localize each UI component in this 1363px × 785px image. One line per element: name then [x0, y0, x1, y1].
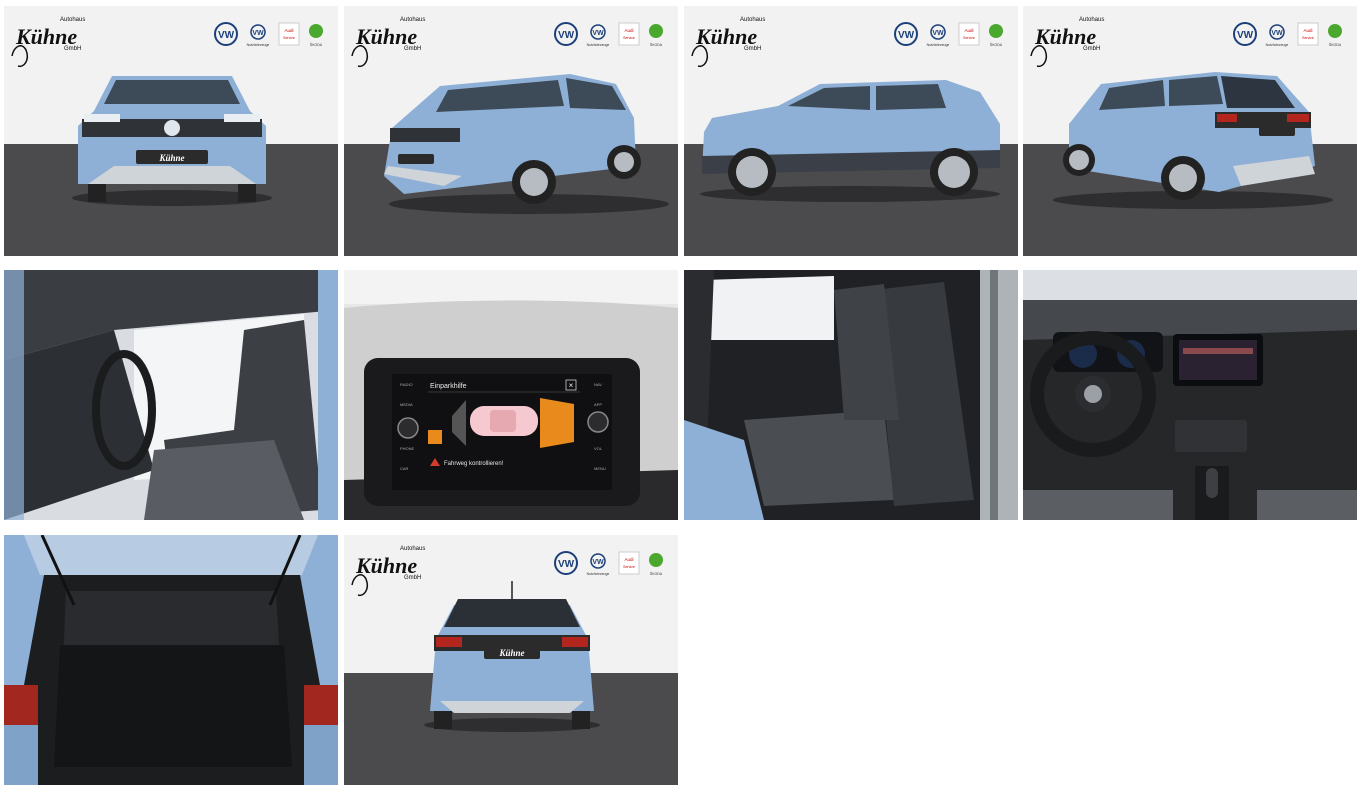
dealer-logo-suffix: GmbH [404, 575, 421, 581]
vw-commercial-caption: Nutzfahrzeuge [1266, 43, 1289, 47]
screen-title: Einparkhilfe [430, 383, 467, 390]
menu-app[interactable]: APP [594, 402, 602, 407]
vw-logo-icon: VW [558, 30, 575, 41]
infotainment-image: Einparkhilfe × RADIO MEDIA PHONE CAR NAV… [344, 270, 678, 520]
dealer-logo-suffix: GmbH [64, 46, 81, 52]
photo-exterior-side[interactable]: Autohaus Kühne GmbH VW VW Nutzfahrzeuge … [684, 6, 1018, 256]
photo-exterior-front[interactable]: Kühne Autohaus Kühne GmbH VW VW Nutzfahr… [4, 6, 338, 256]
vw-commercial-caption: Nutzfahrzeuge [587, 43, 610, 47]
audi-service-caption: Service [623, 565, 635, 569]
skoda-logo-icon: ŠKODA [650, 571, 663, 576]
rear-three-quarter-image: Autohaus Kühne GmbH VW VW Nutzfahrzeuge … [1023, 6, 1357, 256]
vw-commercial-logo-icon: VW [592, 30, 604, 37]
photo-interior-front-seats[interactable] [4, 270, 338, 520]
vw-logo-icon: VW [218, 30, 235, 41]
dealer-logo-suffix: GmbH [404, 46, 421, 52]
volume-knob[interactable] [397, 417, 419, 439]
rear-seats-image [684, 270, 1018, 520]
vw-logo-icon: VW [898, 30, 915, 41]
menu-car[interactable]: CAR [400, 466, 409, 471]
audi-service-caption: Service [963, 36, 975, 40]
vw-logo-icon: VW [558, 559, 575, 570]
dealer-logo-top: Autohaus [60, 17, 85, 23]
side-view-image: Autohaus Kühne GmbH VW VW Nutzfahrzeuge … [684, 6, 1018, 256]
dealer-logo-top: Autohaus [1079, 17, 1104, 23]
front-view-image: Kühne Autohaus Kühne GmbH VW VW Nutzfahr… [4, 6, 338, 256]
photo-infotainment-parking-assist[interactable]: Einparkhilfe × RADIO MEDIA PHONE CAR NAV… [344, 270, 678, 520]
skoda-logo-icon: ŠKODA [1329, 42, 1342, 47]
vw-commercial-caption: Nutzfahrzeuge [247, 43, 270, 47]
screen-close-label: × [569, 381, 574, 390]
tune-knob[interactable] [587, 411, 609, 433]
photo-trunk[interactable] [4, 535, 338, 785]
photo-exterior-front-three-quarter[interactable]: Autohaus Kühne GmbH VW VW Nutzfahrzeuge … [344, 6, 678, 256]
vw-commercial-logo-icon: VW [592, 559, 604, 566]
rear-view-image: Kühne Autohaus Kühne GmbH VW VW Nutzfahr… [344, 535, 678, 785]
license-plate-text: Kühne [158, 153, 184, 163]
photo-exterior-rear-three-quarter[interactable]: Autohaus Kühne GmbH VW VW Nutzfahrzeuge … [1023, 6, 1357, 256]
dealer-logo-top: Autohaus [400, 17, 425, 23]
audi-logo-icon: Audi [624, 557, 633, 562]
skoda-logo-icon: ŠKODA [310, 42, 323, 47]
vw-logo-icon: VW [1237, 30, 1254, 41]
front-seats-image [4, 270, 338, 520]
audi-service-caption: Service [283, 36, 295, 40]
parking-sensor-zone [540, 398, 574, 448]
menu-radio[interactable]: RADIO [400, 382, 413, 387]
front-three-quarter-image: Autohaus Kühne GmbH VW VW Nutzfahrzeuge … [344, 6, 678, 256]
menu-vol[interactable]: VOL [594, 446, 603, 451]
skoda-logo-icon: ŠKODA [990, 42, 1003, 47]
vw-commercial-logo-icon: VW [932, 30, 944, 37]
menu-media[interactable]: MEDIA [400, 402, 413, 407]
audi-service-caption: Service [623, 36, 635, 40]
screen-warning-text: Fahrweg kontrollieren! [444, 461, 504, 467]
vw-commercial-logo-icon: VW [1271, 30, 1283, 37]
audi-logo-icon: Audi [1303, 28, 1312, 33]
photo-dashboard[interactable] [1023, 270, 1357, 520]
photo-interior-rear-seats[interactable] [684, 270, 1018, 520]
vw-commercial-caption: Nutzfahrzeuge [587, 572, 610, 576]
photo-exterior-rear[interactable]: Kühne Autohaus Kühne GmbH VW VW Nutzfahr… [344, 535, 678, 785]
trunk-image [4, 535, 338, 785]
vw-commercial-caption: Nutzfahrzeuge [927, 43, 950, 47]
dealer-logo-top: Autohaus [400, 546, 425, 552]
menu-nav[interactable]: NAV [594, 382, 602, 387]
image-gallery: Kühne Autohaus Kühne GmbH VW VW Nutzfahr… [0, 0, 1363, 785]
dealer-logo-suffix: GmbH [1083, 46, 1100, 52]
audi-logo-icon: Audi [964, 28, 973, 33]
audi-service-caption: Service [1302, 36, 1314, 40]
dealer-logo-top: Autohaus [740, 17, 765, 23]
audi-logo-icon: Audi [284, 28, 293, 33]
dealer-logo-suffix: GmbH [744, 46, 761, 52]
menu-menu[interactable]: MENU [594, 466, 606, 471]
audi-logo-icon: Audi [624, 28, 633, 33]
dashboard-image [1023, 270, 1357, 520]
vw-commercial-logo-icon: VW [252, 30, 264, 37]
skoda-logo-icon: ŠKODA [650, 42, 663, 47]
license-plate-text: Kühne [498, 648, 524, 658]
menu-phone[interactable]: PHONE [400, 446, 415, 451]
